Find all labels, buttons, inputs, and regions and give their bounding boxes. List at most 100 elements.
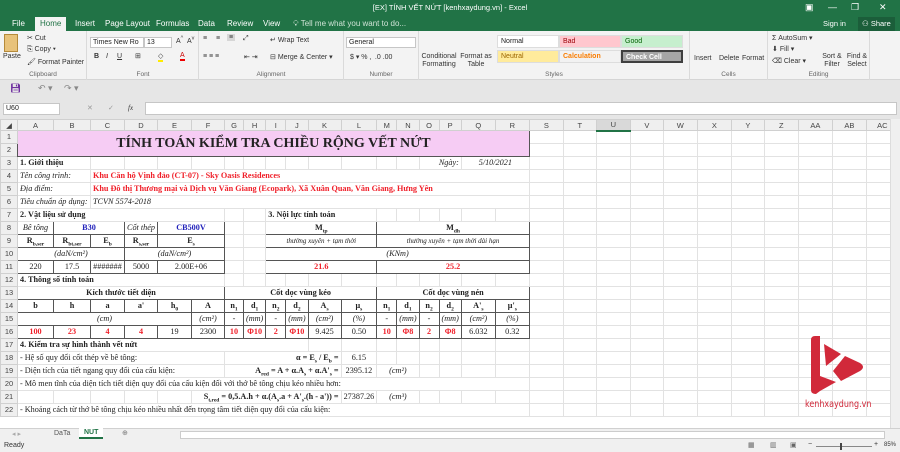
style-check-cell[interactable]: Check Cell [621, 50, 683, 63]
row-header[interactable]: 11 [0, 260, 18, 274]
cell[interactable] [307, 338, 342, 352]
sheet-tab-data[interactable]: DaTa [50, 429, 74, 438]
cell[interactable] [831, 234, 867, 248]
row-header[interactable]: 18 [0, 351, 18, 365]
cell[interactable] [797, 130, 833, 144]
cell[interactable] [662, 260, 698, 274]
cell[interactable] [528, 351, 564, 365]
cell[interactable] [595, 195, 631, 209]
row-header[interactable]: 12 [0, 273, 18, 287]
cell[interactable] [831, 247, 867, 261]
cell[interactable] [562, 143, 597, 157]
row-header[interactable]: 19 [0, 364, 18, 378]
cell[interactable] [763, 325, 799, 339]
cell[interactable] [494, 364, 530, 378]
cell[interactable] [730, 156, 765, 170]
cell[interactable] [696, 351, 732, 365]
cell[interactable] [629, 312, 664, 326]
number-format-select[interactable]: General [346, 37, 416, 48]
cell[interactable] [730, 143, 765, 157]
cell[interactable] [763, 143, 799, 157]
cell[interactable] [396, 208, 420, 222]
cell[interactable] [460, 364, 496, 378]
param-value[interactable]: 9.425 [307, 325, 342, 339]
cell[interactable] [662, 390, 698, 404]
cell[interactable] [528, 286, 564, 300]
cell[interactable] [528, 325, 564, 339]
find-select-button[interactable]: Find & Select [844, 53, 870, 69]
cell[interactable] [460, 208, 496, 222]
borders-icon[interactable]: ⊞ [135, 52, 141, 60]
cell[interactable] [662, 273, 698, 287]
cell[interactable] [696, 195, 732, 209]
cell[interactable] [595, 351, 631, 365]
cell[interactable] [224, 273, 244, 287]
cell[interactable] [730, 312, 765, 326]
cell[interactable] [418, 390, 440, 404]
save-icon[interactable]: 💾︎ [10, 83, 21, 94]
cell[interactable] [396, 338, 420, 352]
column-header-r[interactable]: R [494, 119, 530, 131]
format-cells-button[interactable]: Format [742, 55, 764, 62]
column-header-a[interactable]: A [17, 119, 54, 131]
cell[interactable] [528, 221, 564, 235]
cell[interactable] [662, 325, 698, 339]
column-header-e[interactable]: E [157, 119, 192, 131]
cell[interactable] [662, 234, 698, 248]
cell[interactable] [528, 234, 564, 248]
fx-icon[interactable]: fx [128, 104, 133, 112]
cell[interactable] [730, 130, 765, 144]
tab-formulas[interactable]: Formulas [151, 17, 194, 31]
row-header[interactable]: 3 [0, 156, 18, 170]
rs-ser-value[interactable]: 5000 [124, 260, 158, 274]
cell[interactable] [730, 195, 765, 209]
column-header-y[interactable]: Y [730, 119, 765, 131]
alpha-value[interactable]: 6.15 [340, 351, 378, 365]
cell[interactable] [242, 273, 267, 287]
cell[interactable] [396, 273, 420, 287]
cell[interactable] [696, 364, 732, 378]
cell[interactable] [730, 208, 765, 222]
param-value[interactable]: 6.032 [460, 325, 496, 339]
cell[interactable] [662, 156, 698, 170]
cell[interactable] [494, 208, 530, 222]
cell[interactable] [831, 273, 867, 287]
cell[interactable] [763, 377, 799, 391]
cell[interactable] [265, 273, 287, 287]
cell[interactable] [730, 351, 765, 365]
cell[interactable] [562, 338, 597, 352]
column-header-f[interactable]: F [191, 119, 225, 131]
cell[interactable] [730, 390, 765, 404]
style-good[interactable]: Good [621, 35, 683, 48]
cell[interactable] [730, 169, 765, 183]
cell[interactable] [157, 156, 192, 170]
cell[interactable] [763, 221, 799, 235]
column-header-m[interactable]: M [376, 119, 398, 131]
cell[interactable] [418, 338, 440, 352]
cell[interactable] [797, 247, 833, 261]
row-header[interactable]: 7 [0, 208, 18, 222]
cell[interactable] [696, 247, 732, 261]
tab-review[interactable]: Review [222, 17, 258, 31]
column-header-w[interactable]: W [662, 119, 698, 131]
cell[interactable] [528, 143, 564, 157]
cell[interactable] [285, 156, 309, 170]
tab-page-layout[interactable]: Page Layout [100, 17, 155, 31]
cell[interactable] [53, 390, 91, 404]
cell[interactable] [494, 390, 530, 404]
es-value[interactable]: 2.00E+06 [157, 260, 225, 274]
cell[interactable] [629, 182, 664, 196]
cell[interactable] [629, 130, 664, 144]
cell[interactable] [662, 143, 698, 157]
row-header[interactable]: 4 [0, 169, 18, 183]
steel-grade[interactable]: CB500V [157, 221, 225, 235]
merge-center-button[interactable]: ⊟ Merge & Center ▾ [270, 53, 333, 61]
format-painter-button[interactable]: 🖌︎ Format Painter [27, 58, 84, 66]
cell[interactable] [763, 390, 799, 404]
cell[interactable] [90, 156, 125, 170]
delete-cells-button[interactable]: Delete [719, 55, 739, 62]
cell[interactable] [191, 156, 225, 170]
cell[interactable] [629, 260, 664, 274]
cell[interactable] [696, 208, 732, 222]
date-value[interactable]: 5/10/2021 [460, 156, 530, 170]
